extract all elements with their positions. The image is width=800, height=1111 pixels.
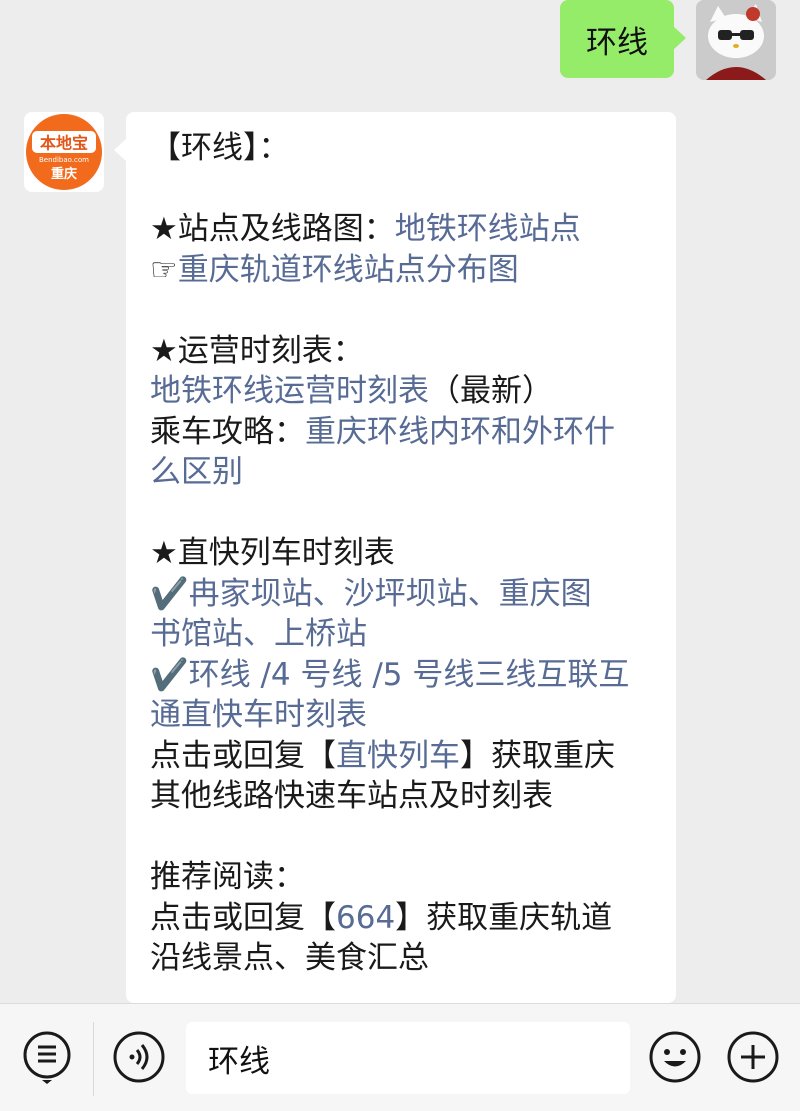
bendibao-avatar[interactable]: 本地宝 Bendibao.com 重庆 <box>24 112 104 192</box>
link-loop-station-distribution-map[interactable]: 重庆轨道环线站点分布图 <box>178 252 519 288</box>
check-mark-icon: ✔️ <box>150 575 189 612</box>
section-station-map-line2: ☞重庆轨道环线站点分布图 <box>150 250 676 291</box>
section-recommend-heading: 推荐阅读： <box>150 859 305 895</box>
input-bar: 环线 <box>0 1003 800 1111</box>
bendibao-logo-icon: 本地宝 Bendibao.com 重庆 <box>26 114 102 190</box>
guide-label: 乘车攻略： <box>150 413 305 450</box>
brand-logo-line1: 本地宝 <box>40 134 88 153</box>
section-express-line1: ✔️冉家坝站、沙坪坝站、重庆图 <box>150 574 676 615</box>
section-express-line3: ✔️环线 /4 号线 /5 号线三线互联互 <box>150 655 676 696</box>
chat-area: 环线 本地宝 Bendibao.com 重庆 【环线】： ★站点及线路图：地铁环… <box>0 0 800 1003</box>
section-guide-line1: 乘车攻略：重庆环线内环和外环什 <box>150 412 676 453</box>
menu-list-icon[interactable] <box>20 1030 74 1084</box>
section-express-line2: 书馆站、上桥站 <box>150 614 676 655</box>
message-title: 【环线】： <box>150 130 290 166</box>
reply-suffix: 】获取重庆轨道 <box>395 899 613 936</box>
user-avatar-image <box>696 0 776 80</box>
brand-logo-line2: Bendibao.com <box>39 156 89 164</box>
check-mark-icon: ✔️ <box>150 656 189 693</box>
timetable-suffix: （最新） <box>429 373 553 409</box>
section-timetable-line1: 地铁环线运营时刻表（最新） <box>150 371 676 412</box>
section-express-reply-line1: 点击或回复【直快列车】获取重庆 <box>150 736 676 777</box>
keyword-express-train[interactable]: 直快列车 <box>336 738 460 774</box>
link-inner-outer-loop-difference-cont[interactable]: 么区别 <box>150 454 243 490</box>
reply-prefix: 点击或回复【 <box>150 899 336 936</box>
message-input-field[interactable]: 环线 <box>186 1022 630 1094</box>
link-express-stations-cont[interactable]: 书馆站、上桥站 <box>150 616 367 652</box>
incoming-message-bubble: 【环线】： ★站点及线路图：地铁环线站点 ☞重庆轨道环线站点分布图 ★运营时刻表… <box>114 112 676 1003</box>
section-express-reply-line2: 其他线路快速车站点及时刻表 <box>150 778 553 814</box>
emoji-icon[interactable] <box>648 1030 702 1084</box>
add-more-icon[interactable] <box>726 1030 780 1084</box>
link-loop-timetable[interactable]: 地铁环线运营时刻表 <box>150 373 429 409</box>
section-station-map: ★站点及线路图：地铁环线站点 <box>150 209 676 250</box>
section-timetable-heading: ★运营时刻表： <box>150 332 364 369</box>
link-loop-stations[interactable]: 地铁环线站点 <box>395 211 581 247</box>
link-express-stations[interactable]: 冉家坝站、沙坪坝站、重庆图 <box>189 576 592 612</box>
outgoing-message-bubble[interactable]: 环线 <box>560 0 686 78</box>
keyword-664[interactable]: 664 <box>336 900 395 936</box>
section-express-heading: ★直快列车时刻表 <box>150 535 395 571</box>
section-guide-line2: 么区别 <box>150 452 676 493</box>
section-station-map-heading: ★站点及线路图： <box>150 211 395 247</box>
section-recommend-line2: 沿线景点、美食汇总 <box>150 940 429 976</box>
outgoing-message-text: 环线 <box>586 24 648 61</box>
section-recommend-line1: 点击或回复【664】获取重庆轨道 <box>150 898 676 939</box>
brand-logo-line3: 重庆 <box>51 166 77 182</box>
link-three-line-express[interactable]: 环线 /4 号线 /5 号线三线互联互 <box>189 657 630 693</box>
voice-input-icon[interactable] <box>112 1030 166 1084</box>
link-inner-outer-loop-difference[interactable]: 重庆环线内环和外环什 <box>305 414 615 450</box>
incoming-message-row: 本地宝 Bendibao.com 重庆 【环线】： ★站点及线路图：地铁环线站点… <box>24 112 676 1003</box>
user-avatar[interactable] <box>696 0 776 80</box>
message-input-text: 环线 <box>208 1043 270 1080</box>
bar-divider <box>93 1022 94 1096</box>
reply-prefix: 点击或回复【 <box>150 737 336 774</box>
hand-pointer-icon: ☞ <box>150 251 178 288</box>
link-three-line-express-cont[interactable]: 通直快车时刻表 <box>150 697 367 733</box>
section-express-line4: 通直快车时刻表 <box>150 695 676 736</box>
outgoing-message-row: 环线 <box>560 0 776 80</box>
reply-suffix: 】获取重庆 <box>460 737 615 774</box>
